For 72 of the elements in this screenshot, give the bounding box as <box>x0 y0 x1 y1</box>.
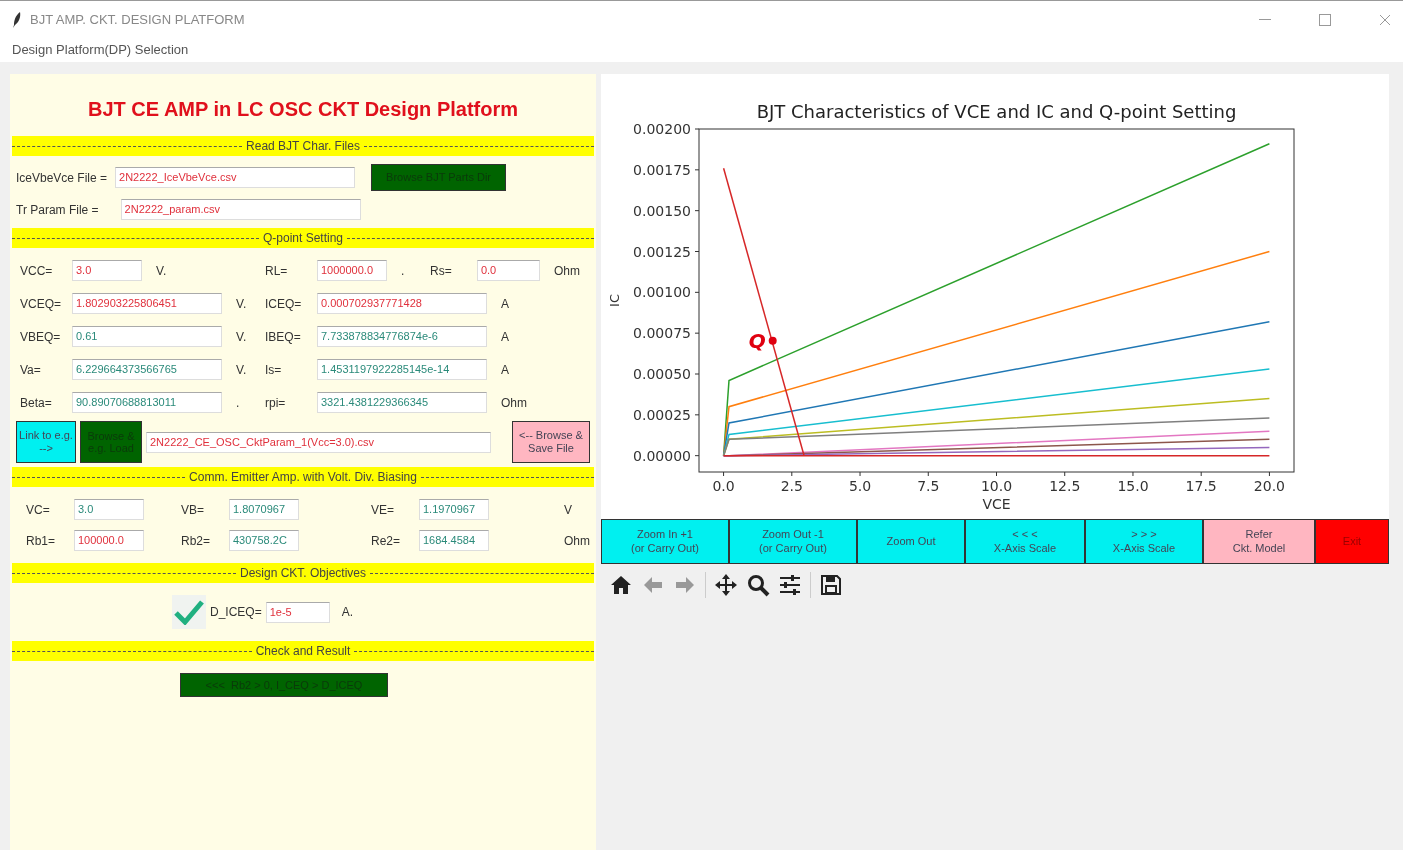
y-tick: 0.00125 <box>633 243 700 260</box>
field-label: Beta= <box>20 394 53 412</box>
unit-label: V. <box>235 295 247 313</box>
field-label: ICEQ= <box>265 295 303 313</box>
field-label: IceVbeVce File = <box>16 169 108 187</box>
x-tick: 10.0 <box>980 471 1013 494</box>
x-tick-label: 0.0 <box>712 478 735 494</box>
x-tick: 12.5 <box>1049 471 1081 494</box>
y-tick: 0.00000 <box>633 447 700 464</box>
x-tick-label: 15.0 <box>1117 478 1149 494</box>
y-tick: 0.00050 <box>633 366 700 382</box>
y-tick: 0.00150 <box>633 202 700 219</box>
x-tick-label: 5.0 <box>848 478 872 494</box>
x-tick: 0.0 <box>712 471 735 494</box>
field-label: VBEQ= <box>20 328 62 346</box>
x-tick-label: 17.5 <box>1185 478 1217 494</box>
field-label: Rs= <box>430 262 453 280</box>
field-label: VCEQ= <box>20 295 62 313</box>
y-axis-label: IC <box>607 294 622 307</box>
unit-label: V. <box>235 361 247 379</box>
x-tick: 20.0 <box>1253 471 1285 494</box>
y-tick: 0.00025 <box>633 406 700 423</box>
unit-label: A. <box>341 604 354 621</box>
section-title: Read BJT Char. Files <box>246 138 360 155</box>
unit-label: V <box>563 501 572 519</box>
field-label: RL= <box>265 262 289 280</box>
q-point-label: Q <box>748 328 766 353</box>
field-label: VC= <box>26 501 51 519</box>
section-title: Check and Result <box>255 643 351 660</box>
y-tick: 0.00075 <box>633 325 700 342</box>
field-label: VCC= <box>20 262 54 280</box>
unit-label: V. <box>155 262 167 280</box>
field-label: Tr Param File = <box>16 201 99 219</box>
field-label: IBEQ= <box>265 328 302 346</box>
field-label: rpi= <box>265 394 287 412</box>
panel-title: BJT CE AMP in LC OSC CKT Design Platform <box>86 97 519 122</box>
unit-label: A <box>500 328 509 346</box>
unit-label: Ohm <box>500 394 527 412</box>
unit-label: . <box>235 394 240 412</box>
unit-label: V. <box>235 328 247 346</box>
x-tick-label: 7.5 <box>917 478 940 494</box>
field-label: D_ICEQ= <box>210 604 262 621</box>
x-tick: 5.0 <box>848 471 872 494</box>
x-tick-label: 10.0 <box>980 478 1013 494</box>
field-label: Re2= <box>371 532 402 550</box>
unit-label: Ohm <box>563 532 590 550</box>
chart-title: BJT Characteristics of VCE and IC and Q-point Setting <box>756 101 1237 122</box>
unit-label: Ohm <box>553 262 580 280</box>
x-axis-label: VCE <box>982 496 1011 512</box>
x-tick-label: 12.5 <box>1049 478 1081 494</box>
x-tick: 2.5 <box>780 471 803 494</box>
y-tick: 0.00175 <box>633 161 700 178</box>
field-label: Rb2= <box>181 532 212 550</box>
x-tick-label: 20.0 <box>1253 478 1286 494</box>
field-label: VE= <box>371 501 395 519</box>
x-tick: 17.5 <box>1185 471 1217 494</box>
field-label: Va= <box>20 361 42 379</box>
section-title: Q-point Setting <box>263 230 344 247</box>
x-tick: 7.5 <box>917 471 940 494</box>
unit-label: A <box>500 295 509 313</box>
field-label: VB= <box>181 501 205 519</box>
y-tick: 0.00100 <box>633 284 700 301</box>
x-tick-label: 2.5 <box>780 478 803 494</box>
unit-label: A <box>500 361 509 379</box>
unit-label: . <box>400 262 405 280</box>
x-tick: 15.0 <box>1117 471 1149 494</box>
y-tick: 0.00200 <box>633 121 700 137</box>
field-label: Is= <box>265 361 283 379</box>
window-title: BJT AMP. CKT. DESIGN PLATFORM <box>30 10 245 29</box>
section-title: Design CKT. Objectives <box>240 565 367 582</box>
field-label: Rb1= <box>26 532 57 550</box>
section-title: Comm. Emitter Amp. with Volt. Div. Biasing <box>189 469 417 486</box>
